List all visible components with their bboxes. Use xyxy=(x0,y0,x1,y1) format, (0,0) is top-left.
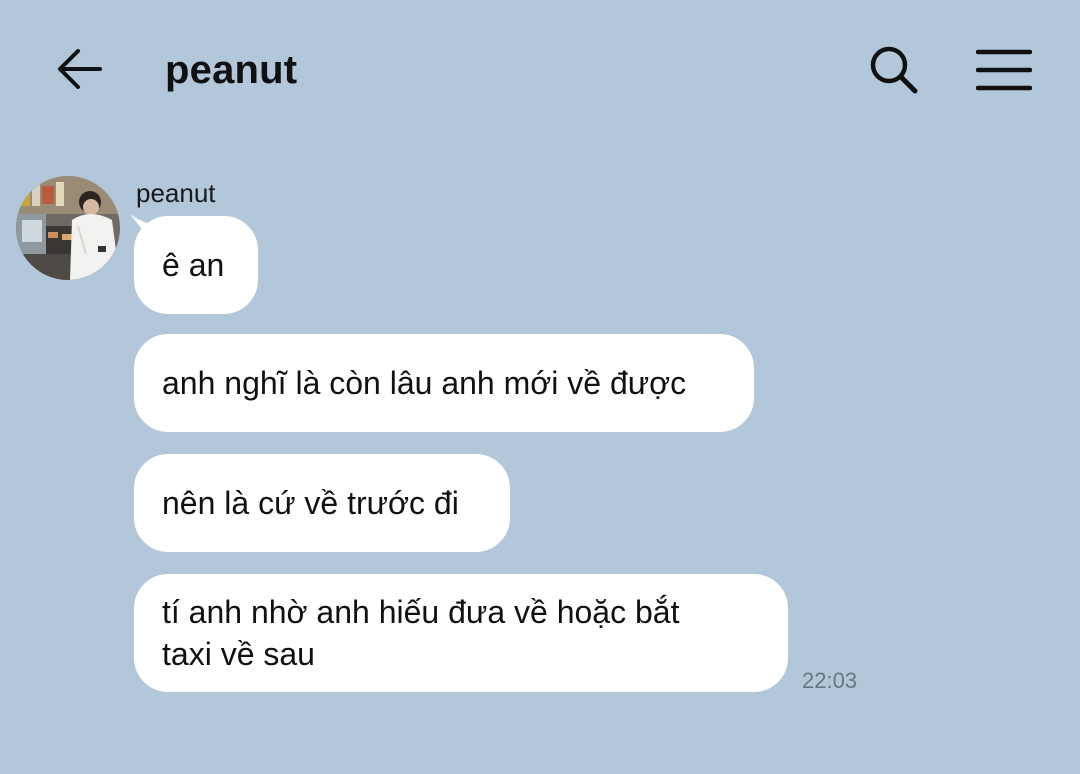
menu-button[interactable] xyxy=(970,40,1038,100)
message-bubble[interactable]: ê an xyxy=(134,216,258,314)
chat-header: peanut xyxy=(0,0,1080,140)
message-text: ê an xyxy=(162,247,225,283)
search-button[interactable] xyxy=(862,40,926,100)
back-button[interactable] xyxy=(50,42,108,96)
avatar-photo xyxy=(16,176,120,280)
hamburger-menu-icon xyxy=(976,49,1032,91)
chat-title: peanut xyxy=(165,48,298,92)
message-bubble[interactable]: anh nghĩ là còn lâu anh mới về được xyxy=(134,334,754,432)
message-bubble[interactable]: nên là cứ về trước đi xyxy=(134,454,510,552)
message-text: tí anh nhờ anh hiếu đưa về hoặc bắt taxi… xyxy=(162,594,680,672)
message-text: anh nghĩ là còn lâu anh mới về được xyxy=(162,365,687,401)
message-text: nên là cứ về trước đi xyxy=(162,485,459,521)
message-timestamp: 22:03 xyxy=(802,668,858,693)
sender-name: peanut xyxy=(136,178,216,208)
avatar[interactable] xyxy=(16,176,120,280)
arrow-left-icon xyxy=(58,49,102,89)
search-icon xyxy=(870,46,918,94)
message-bubble[interactable]: tí anh nhờ anh hiếu đưa về hoặc bắt taxi… xyxy=(134,574,788,692)
